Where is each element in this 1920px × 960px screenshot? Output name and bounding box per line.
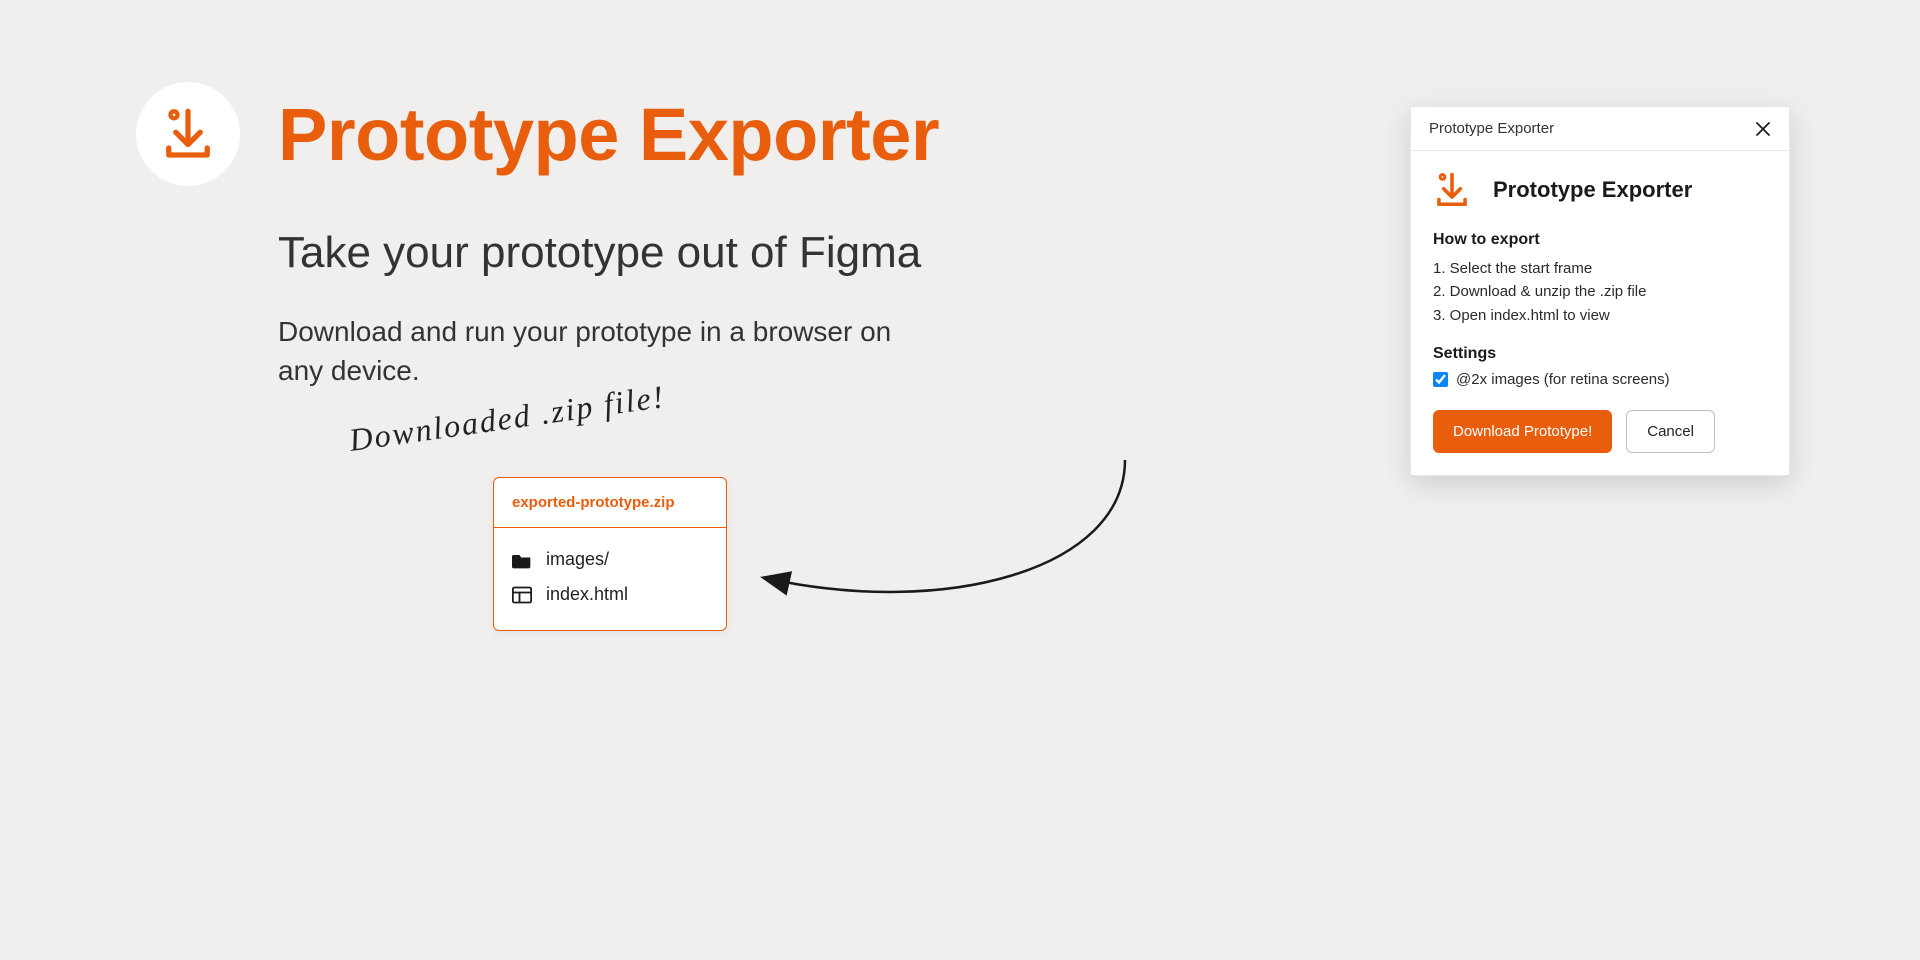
panel-window-title: Prototype Exporter	[1429, 120, 1554, 137]
download-arrow-icon	[160, 106, 216, 162]
zip-item-label: index.html	[546, 584, 628, 605]
retina-checkbox[interactable]	[1433, 372, 1448, 387]
plugin-panel: Prototype Exporter Prototype Exporter Ho…	[1410, 106, 1790, 476]
export-step: 1. Select the start frame	[1433, 257, 1767, 280]
hero-body: Download and run your prototype in a bro…	[278, 312, 898, 390]
how-to-export-heading: How to export	[1433, 231, 1767, 249]
zip-filename: exported-prototype.zip	[494, 478, 726, 528]
panel-titlebar: Prototype Exporter	[1411, 107, 1789, 151]
folder-icon	[512, 551, 532, 569]
settings-heading: Settings	[1433, 345, 1767, 363]
retina-setting-row[interactable]: @2x images (for retina screens)	[1433, 371, 1767, 388]
hero-subtitle: Take your prototype out of Figma	[278, 228, 939, 278]
panel-brand-title: Prototype Exporter	[1493, 177, 1692, 203]
close-icon[interactable]	[1755, 121, 1771, 137]
download-arrow-icon	[1433, 171, 1471, 209]
zip-contents: images/ index.html	[494, 528, 726, 630]
export-steps-list: 1. Select the start frame 2. Download & …	[1433, 257, 1767, 327]
hero-title-row: Prototype Exporter	[136, 82, 939, 186]
hero-title: Prototype Exporter	[278, 92, 939, 177]
panel-brand-row: Prototype Exporter	[1433, 171, 1767, 209]
export-step: 3. Open index.html to view	[1433, 304, 1767, 327]
retina-setting-label: @2x images (for retina screens)	[1456, 371, 1670, 388]
cancel-button[interactable]: Cancel	[1626, 410, 1715, 453]
export-step: 2. Download & unzip the .zip file	[1433, 280, 1767, 303]
arrow-annotation	[745, 450, 1165, 670]
panel-button-row: Download Prototype! Cancel	[1433, 410, 1767, 453]
app-logo-circle	[136, 82, 240, 186]
zip-file-card: exported-prototype.zip images/ index.htm…	[493, 477, 727, 631]
panel-body: Prototype Exporter How to export 1. Sele…	[1411, 151, 1789, 475]
zip-item: images/	[512, 542, 708, 577]
download-button[interactable]: Download Prototype!	[1433, 410, 1612, 453]
html-file-icon	[512, 586, 532, 604]
zip-item-label: images/	[546, 549, 609, 570]
hero-section: Prototype Exporter Take your prototype o…	[136, 82, 939, 390]
zip-item: index.html	[512, 577, 708, 612]
